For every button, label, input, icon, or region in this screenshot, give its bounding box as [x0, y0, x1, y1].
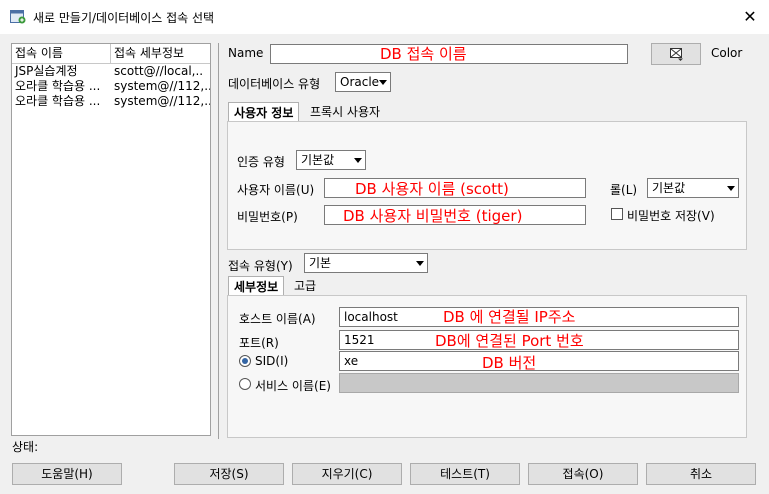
color-picker-icon: [670, 48, 683, 61]
chevron-down-icon: [416, 261, 424, 266]
port-label: 포트(R): [239, 336, 279, 350]
annotation-port: DB에 연결된 Port 번호: [435, 332, 584, 350]
help-button[interactable]: 도움말(H): [12, 463, 122, 485]
cancel-button[interactable]: 취소: [646, 463, 756, 485]
role-value: 기본값: [652, 181, 686, 195]
test-button[interactable]: 테스트(T): [410, 463, 520, 485]
color-label: Color: [711, 46, 743, 60]
tab-details[interactable]: 세부정보: [228, 276, 285, 296]
host-label: 호스트 이름(A): [239, 312, 316, 326]
auth-type-label: 인증 유형: [237, 155, 285, 169]
column-header-details[interactable]: 접속 세부정보: [111, 44, 210, 63]
conn-type-value: 기본: [309, 256, 332, 270]
save-button[interactable]: 저장(S): [174, 463, 284, 485]
annotation-password: DB 사용자 비밀번호 (tiger): [343, 207, 523, 225]
role-select[interactable]: 기본값: [647, 178, 739, 198]
save-password-checkbox[interactable]: [611, 208, 623, 220]
db-type-value: Oracle: [340, 75, 380, 89]
connection-name: 오라클 학습용 ...: [15, 79, 101, 93]
list-item[interactable]: JSP실습계정 scott@//local,..: [12, 64, 210, 79]
db-type-label: 데이터베이스 유형: [228, 77, 321, 91]
column-header-name[interactable]: 접속 이름: [12, 44, 111, 63]
role-label: 롤(L): [610, 183, 638, 197]
connection-details: scott@//local,..: [114, 64, 204, 78]
tab-user-info[interactable]: 사용자 정보: [228, 102, 300, 122]
status-label: 상태:: [12, 440, 39, 454]
connect-button[interactable]: 접속(O): [528, 463, 638, 485]
db-connection-icon: [10, 10, 26, 24]
tab-advanced[interactable]: 고급: [289, 276, 321, 296]
annotation-name: DB 접속 이름: [380, 45, 467, 63]
annotation-sid: DB 버전: [482, 354, 537, 372]
auth-type-select[interactable]: 기본값: [296, 150, 366, 170]
service-name-radio[interactable]: [239, 378, 251, 390]
connection-name: JSP실습계정: [15, 64, 78, 78]
connection-details: system@//112,...: [114, 94, 210, 108]
close-icon[interactable]: ✕: [738, 6, 762, 28]
conn-type-select[interactable]: 기본: [304, 253, 428, 273]
chevron-down-icon: [379, 80, 387, 85]
conn-type-label: 접속 유형(Y): [228, 259, 293, 273]
color-button[interactable]: [651, 43, 701, 65]
clear-button[interactable]: 지우기(C): [292, 463, 402, 485]
db-type-select[interactable]: Oracle: [335, 72, 391, 92]
sid-radio[interactable]: [239, 355, 251, 367]
service-name-input: [339, 373, 739, 393]
connection-list[interactable]: 접속 이름 접속 세부정보 JSP실습계정 scott@//local,.. 오…: [11, 43, 211, 436]
chevron-down-icon: [727, 186, 735, 191]
window-title: 새로 만들기/데이터베이스 접속 선택: [33, 11, 215, 25]
list-item[interactable]: 오라클 학습용 ... system@//112,...: [12, 79, 210, 94]
save-password-label: 비밀번호 저장(V): [627, 209, 715, 223]
connection-list-header: 접속 이름 접속 세부정보: [12, 44, 210, 64]
splitter[interactable]: [218, 43, 219, 439]
annotation-username: DB 사용자 이름 (scott): [355, 180, 509, 198]
service-name-label: 서비스 이름(E): [255, 379, 331, 393]
auth-type-value: 기본값: [301, 153, 335, 167]
connection-details: system@//112,...: [114, 79, 210, 93]
sid-label: SID(I): [255, 354, 289, 368]
name-label: Name: [228, 46, 264, 60]
annotation-host: DB 에 연결될 IP주소: [443, 308, 576, 326]
username-label: 사용자 이름(U): [237, 183, 315, 197]
list-item[interactable]: 오라클 학습용 ... system@//112,...: [12, 94, 210, 109]
chevron-down-icon: [354, 158, 362, 163]
tab-proxy-user[interactable]: 프록시 사용자: [305, 102, 385, 122]
password-label: 비밀번호(P): [237, 210, 298, 224]
sid-input[interactable]: xe: [339, 351, 739, 371]
connection-name: 오라클 학습용 ...: [15, 94, 101, 108]
